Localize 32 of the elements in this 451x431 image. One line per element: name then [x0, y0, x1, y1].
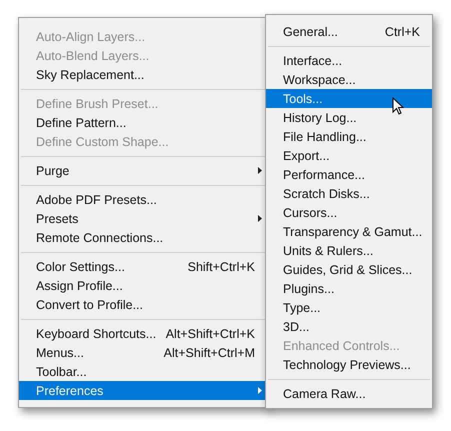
menu-item[interactable]: Camera Raw... — [266, 384, 432, 403]
menu-item[interactable]: Toolbar... — [19, 362, 267, 381]
menu-item[interactable]: Define Pattern... — [19, 113, 267, 132]
menu-item[interactable]: Purge — [19, 161, 267, 180]
cursor-icon — [392, 97, 404, 115]
menu-item[interactable]: Menus... Alt+Shift+Ctrl+M — [19, 343, 267, 362]
menu-item[interactable]: Interface... — [266, 51, 432, 70]
menu-item[interactable]: Transparency & Gamut... — [266, 222, 432, 241]
menu-item[interactable]: Export... — [266, 146, 432, 165]
menu-item[interactable]: Convert to Profile... — [19, 295, 267, 314]
menu-item[interactable]: General... Ctrl+K — [266, 22, 432, 41]
menu-item[interactable]: Plugins... — [266, 279, 432, 298]
menu-item[interactable]: Adobe PDF Presets... — [19, 190, 267, 209]
menu-item[interactable]: Presets — [19, 209, 267, 228]
menu-item[interactable]: Type... — [266, 298, 432, 317]
menu-item[interactable]: History Log... — [266, 108, 432, 127]
menu-item[interactable]: Preferences — [19, 381, 267, 400]
menu-item[interactable]: Remote Connections... — [19, 228, 267, 247]
menu-item[interactable]: File Handling... — [266, 127, 432, 146]
menu-item[interactable]: Technology Previews... — [266, 355, 432, 374]
menu-item[interactable]: Performance... — [266, 165, 432, 184]
menu-item[interactable]: Scratch Disks... — [266, 184, 432, 203]
menu-item[interactable]: Units & Rulers... — [266, 241, 432, 260]
menu-item[interactable]: Color Settings... Shift+Ctrl+K — [19, 257, 267, 276]
menu-item[interactable]: Guides, Grid & Slices... — [266, 260, 432, 279]
menu-item[interactable]: 3D... — [266, 317, 432, 336]
menu-item[interactable]: Cursors... — [266, 203, 432, 222]
menu-item[interactable]: Assign Profile... — [19, 276, 267, 295]
menu-item[interactable]: Keyboard Shortcuts... Alt+Shift+Ctrl+K — [19, 324, 267, 343]
menu-item[interactable]: Workspace... — [266, 70, 432, 89]
menu-item[interactable]: Tools... — [266, 89, 432, 108]
menu-item[interactable]: Sky Replacement... — [19, 65, 267, 84]
